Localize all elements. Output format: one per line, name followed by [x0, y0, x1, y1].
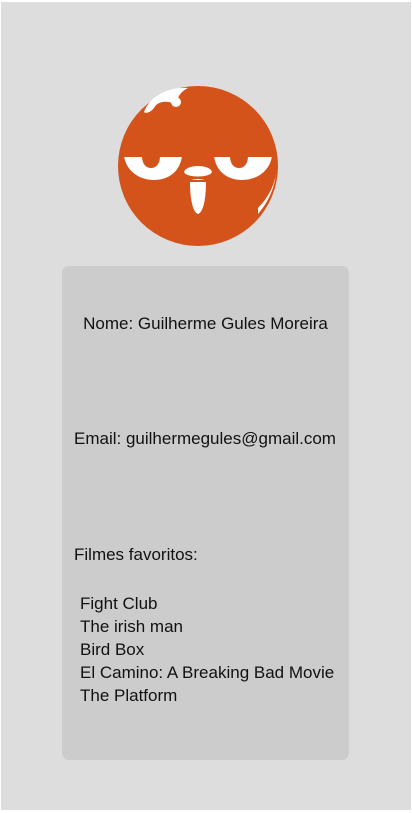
profile-card: Nome: Guilherme Gules Moreira Email: gui… [62, 266, 349, 760]
list-item: The irish man [80, 617, 183, 636]
list-item: Fight Club [80, 594, 158, 613]
favorites-list: Fight Club The irish man Bird Box El Cam… [80, 592, 334, 707]
list-item: El Camino: A Breaking Bad Movie [80, 663, 335, 682]
profile-email: Email: guilhermegules@gmail.com [74, 429, 336, 448]
profile-screen: Nome: Guilherme Gules Moreira Email: gui… [0, 0, 412, 813]
list-item: The Platform [80, 686, 178, 705]
list-item: Bird Box [80, 640, 145, 659]
favorites-title: Filmes favoritos: [74, 545, 198, 564]
grumpy-bird-avatar-icon [118, 86, 278, 246]
profile-name: Nome: Guilherme Gules Moreira [83, 314, 328, 333]
